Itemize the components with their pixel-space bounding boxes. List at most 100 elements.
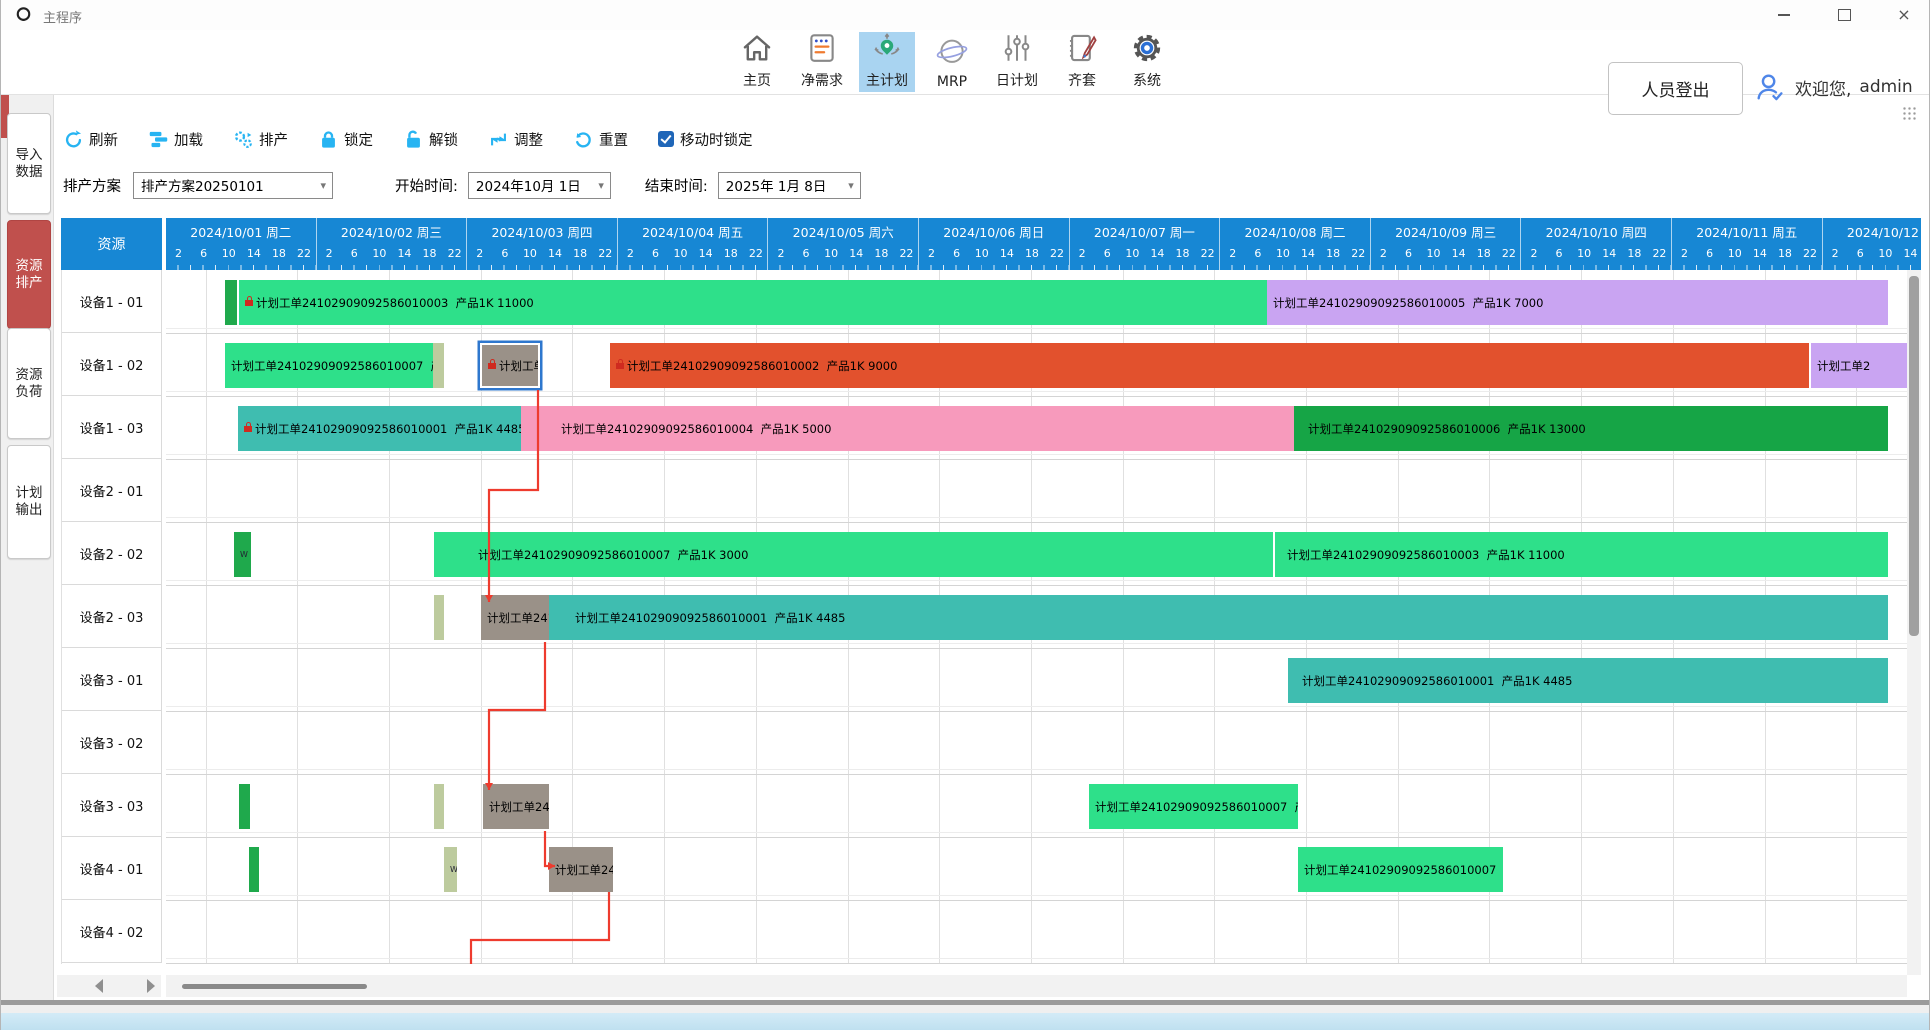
gantt-bar[interactable]: 计划工单24102909092586010005 产品1K 7000 <box>1267 280 1888 325</box>
gantt-bar[interactable]: 计划工单241 <box>481 595 549 640</box>
hour-tick-label: 14 <box>1000 247 1014 260</box>
move-lock-checkbox-row[interactable]: 移动时锁定 <box>658 129 753 150</box>
gantt-bar[interactable]: 计划工单24102909092586010004 产品1K 5000 <box>521 406 1294 451</box>
toolbar-button-调整[interactable]: 调整 <box>488 129 543 150</box>
grid-hline-light <box>166 580 1907 581</box>
resource-scrollbar[interactable] <box>57 975 161 997</box>
close-icon: × <box>1897 7 1910 23</box>
nav-item-主计划[interactable]: 主计划 <box>859 32 915 92</box>
unlock-icon <box>403 129 424 150</box>
logout-label: 人员登出 <box>1642 76 1710 101</box>
hour-tick-label: 2 <box>1229 247 1236 260</box>
nav-item-label: 日计划 <box>996 70 1038 90</box>
gantt-bar[interactable] <box>249 847 259 892</box>
toolbar-button-解锁[interactable]: 解锁 <box>403 129 458 150</box>
scroll-right-icon[interactable] <box>147 979 155 993</box>
scroll-left-icon[interactable] <box>95 979 103 993</box>
hour-tick-label: 22 <box>749 247 763 260</box>
gantt-bar[interactable]: W <box>444 847 457 892</box>
hour-tick-label: 14 <box>247 247 261 260</box>
start-time-select[interactable]: 2024年10月 1日 ▾ <box>468 172 611 199</box>
resize-grip-icon[interactable] <box>1902 106 1918 120</box>
gantt-bar-label: 计划工单24102909092586010007 产品1K 3000 <box>231 358 433 374</box>
gantt-bar[interactable] <box>239 784 250 829</box>
sidebar-tab-导入数据[interactable]: 导入 数据 <box>7 113 51 214</box>
mrp-icon <box>935 35 969 73</box>
gantt-bar-selected[interactable]: 计划工单2 <box>480 343 540 388</box>
toolbar-button-排产[interactable]: 排产 <box>233 129 288 150</box>
nav-bar: 主页净需求主计划MRP日计划齐套系统 人员登出 欢迎您, admin <box>1 30 1930 95</box>
gantt-bar[interactable]: 计划工单24102909092586010007 产品1K 3000 <box>434 532 1273 577</box>
gantt-bar-label: 计划工单241 <box>555 862 613 878</box>
close-button[interactable]: × <box>1881 0 1927 30</box>
lock-icon <box>244 426 252 432</box>
hour-tick-label: 22 <box>1050 247 1064 260</box>
sidebar-tab-计划输出[interactable]: 计划 输出 <box>7 445 51 559</box>
grid-vline <box>206 270 207 964</box>
toolbar-button-锁定[interactable]: 锁定 <box>318 129 373 150</box>
gantt-bar[interactable]: 计划工单24102909092586010001 产品1K 4485 <box>549 595 1888 640</box>
plan-select[interactable]: 排产方案20250101 ▾ <box>133 172 333 199</box>
gantt-bar[interactable]: 计划工单24102909092586010001 产品1K 4485 <box>1288 658 1888 703</box>
nav-item-label: MRP <box>937 74 967 90</box>
logout-button[interactable]: 人员登出 <box>1608 62 1743 115</box>
hour-tick-label: 6 <box>1405 247 1412 260</box>
hour-tick-label: 14 <box>548 247 562 260</box>
hour-tick-label: 14 <box>397 247 411 260</box>
gantt-bar[interactable]: 计划工单24102909092586010007 产品1K 3000 <box>225 343 433 388</box>
toolbar-button-加载[interactable]: 加载 <box>148 129 203 150</box>
window-title: 主程序 <box>43 7 82 26</box>
gantt-bar[interactable]: 计划工单24102909092586010006 产品1K 13000 <box>1294 406 1888 451</box>
toolbar-button-刷新[interactable]: 刷新 <box>63 129 118 150</box>
horizontal-scrollbar-thumb[interactable] <box>182 984 367 989</box>
nav-item-系统[interactable]: 系统 <box>1119 32 1175 92</box>
hour-tick-label: 2 <box>1530 247 1537 260</box>
vertical-scrollbar-thumb[interactable] <box>1909 276 1919 636</box>
vertical-scrollbar[interactable] <box>1907 270 1921 975</box>
gantt-bar[interactable]: 计划工单24102909092586010007 产品1K 3000 <box>1089 784 1298 829</box>
gantt-bar[interactable] <box>434 595 444 640</box>
nav-item-净需求[interactable]: 净需求 <box>794 32 850 92</box>
gantt-bar[interactable] <box>225 280 237 325</box>
nav-item-label: 系统 <box>1133 70 1161 90</box>
hour-tick-cell: 2610141822 <box>166 245 317 270</box>
nav-item-MRP[interactable]: MRP <box>924 32 980 92</box>
end-time-select[interactable]: 2025年 1月 8日 ▾ <box>718 172 861 199</box>
hour-tick-label: 22 <box>1502 247 1516 260</box>
minimize-button[interactable] <box>1761 0 1807 30</box>
nav-item-主页[interactable]: 主页 <box>729 32 785 92</box>
toolbar-button-重置[interactable]: 重置 <box>573 129 628 150</box>
checkbox-checked-icon[interactable] <box>658 131 674 147</box>
nav-item-日计划[interactable]: 日计划 <box>989 32 1045 92</box>
gantt-bar[interactable]: 计划工单24102909092586010001 产品1K 4485 <box>238 406 521 451</box>
gantt-bar[interactable] <box>434 784 444 829</box>
toolbar-button-label: 调整 <box>514 129 543 150</box>
maximize-button[interactable] <box>1821 0 1867 30</box>
gantt-bar-label: 计划工单24102909092586010003 产品1K 11000 <box>256 295 534 311</box>
nav-item-label: 齐套 <box>1068 70 1096 90</box>
hour-tick-cell: 2610141822 <box>919 245 1070 270</box>
hour-tick-label: 22 <box>1351 247 1365 260</box>
gantt-bar[interactable]: 计划工单2 <box>1811 343 1907 388</box>
hour-tick-label: 14 <box>1602 247 1616 260</box>
gantt-bar[interactable]: 计划工单241 <box>483 784 549 829</box>
hour-tick-cell: 2610141822 <box>768 245 919 270</box>
sidebar-tab-资源负荷[interactable]: 资源 负荷 <box>7 328 51 439</box>
gantt-bar[interactable]: 计划工单24102909092586010007 产品1K 3000 <box>1298 847 1503 892</box>
maximize-icon <box>1838 9 1851 21</box>
resource-row-label: 设备4 - 01 <box>62 837 162 900</box>
lock-icon <box>245 300 253 306</box>
hour-tick-label: 18 <box>573 247 587 260</box>
nav-item-齐套[interactable]: 齐套 <box>1054 32 1110 92</box>
gantt-bar[interactable]: 计划工单24102909092586010002 产品1K 9000 <box>610 343 1809 388</box>
gantt-bar[interactable] <box>433 343 444 388</box>
grid-hline-light <box>166 643 1907 644</box>
sidebar-tab-资源排产[interactable]: 资源 排产 <box>7 220 51 329</box>
day-header-cell: 2024/10/04 周五 <box>618 218 769 245</box>
gantt-bar[interactable]: 计划工单24102909092586010003 产品1K 11000 <box>1275 532 1888 577</box>
horizontal-scrollbar[interactable] <box>166 975 1907 997</box>
gantt-bar[interactable]: 计划工单24102909092586010003 产品1K 11000 <box>239 280 1267 325</box>
gantt-bar[interactable]: 计划工单241 <box>549 847 613 892</box>
gantt-bar[interactable]: W <box>234 532 251 577</box>
hour-tick-label: 6 <box>1104 247 1111 260</box>
